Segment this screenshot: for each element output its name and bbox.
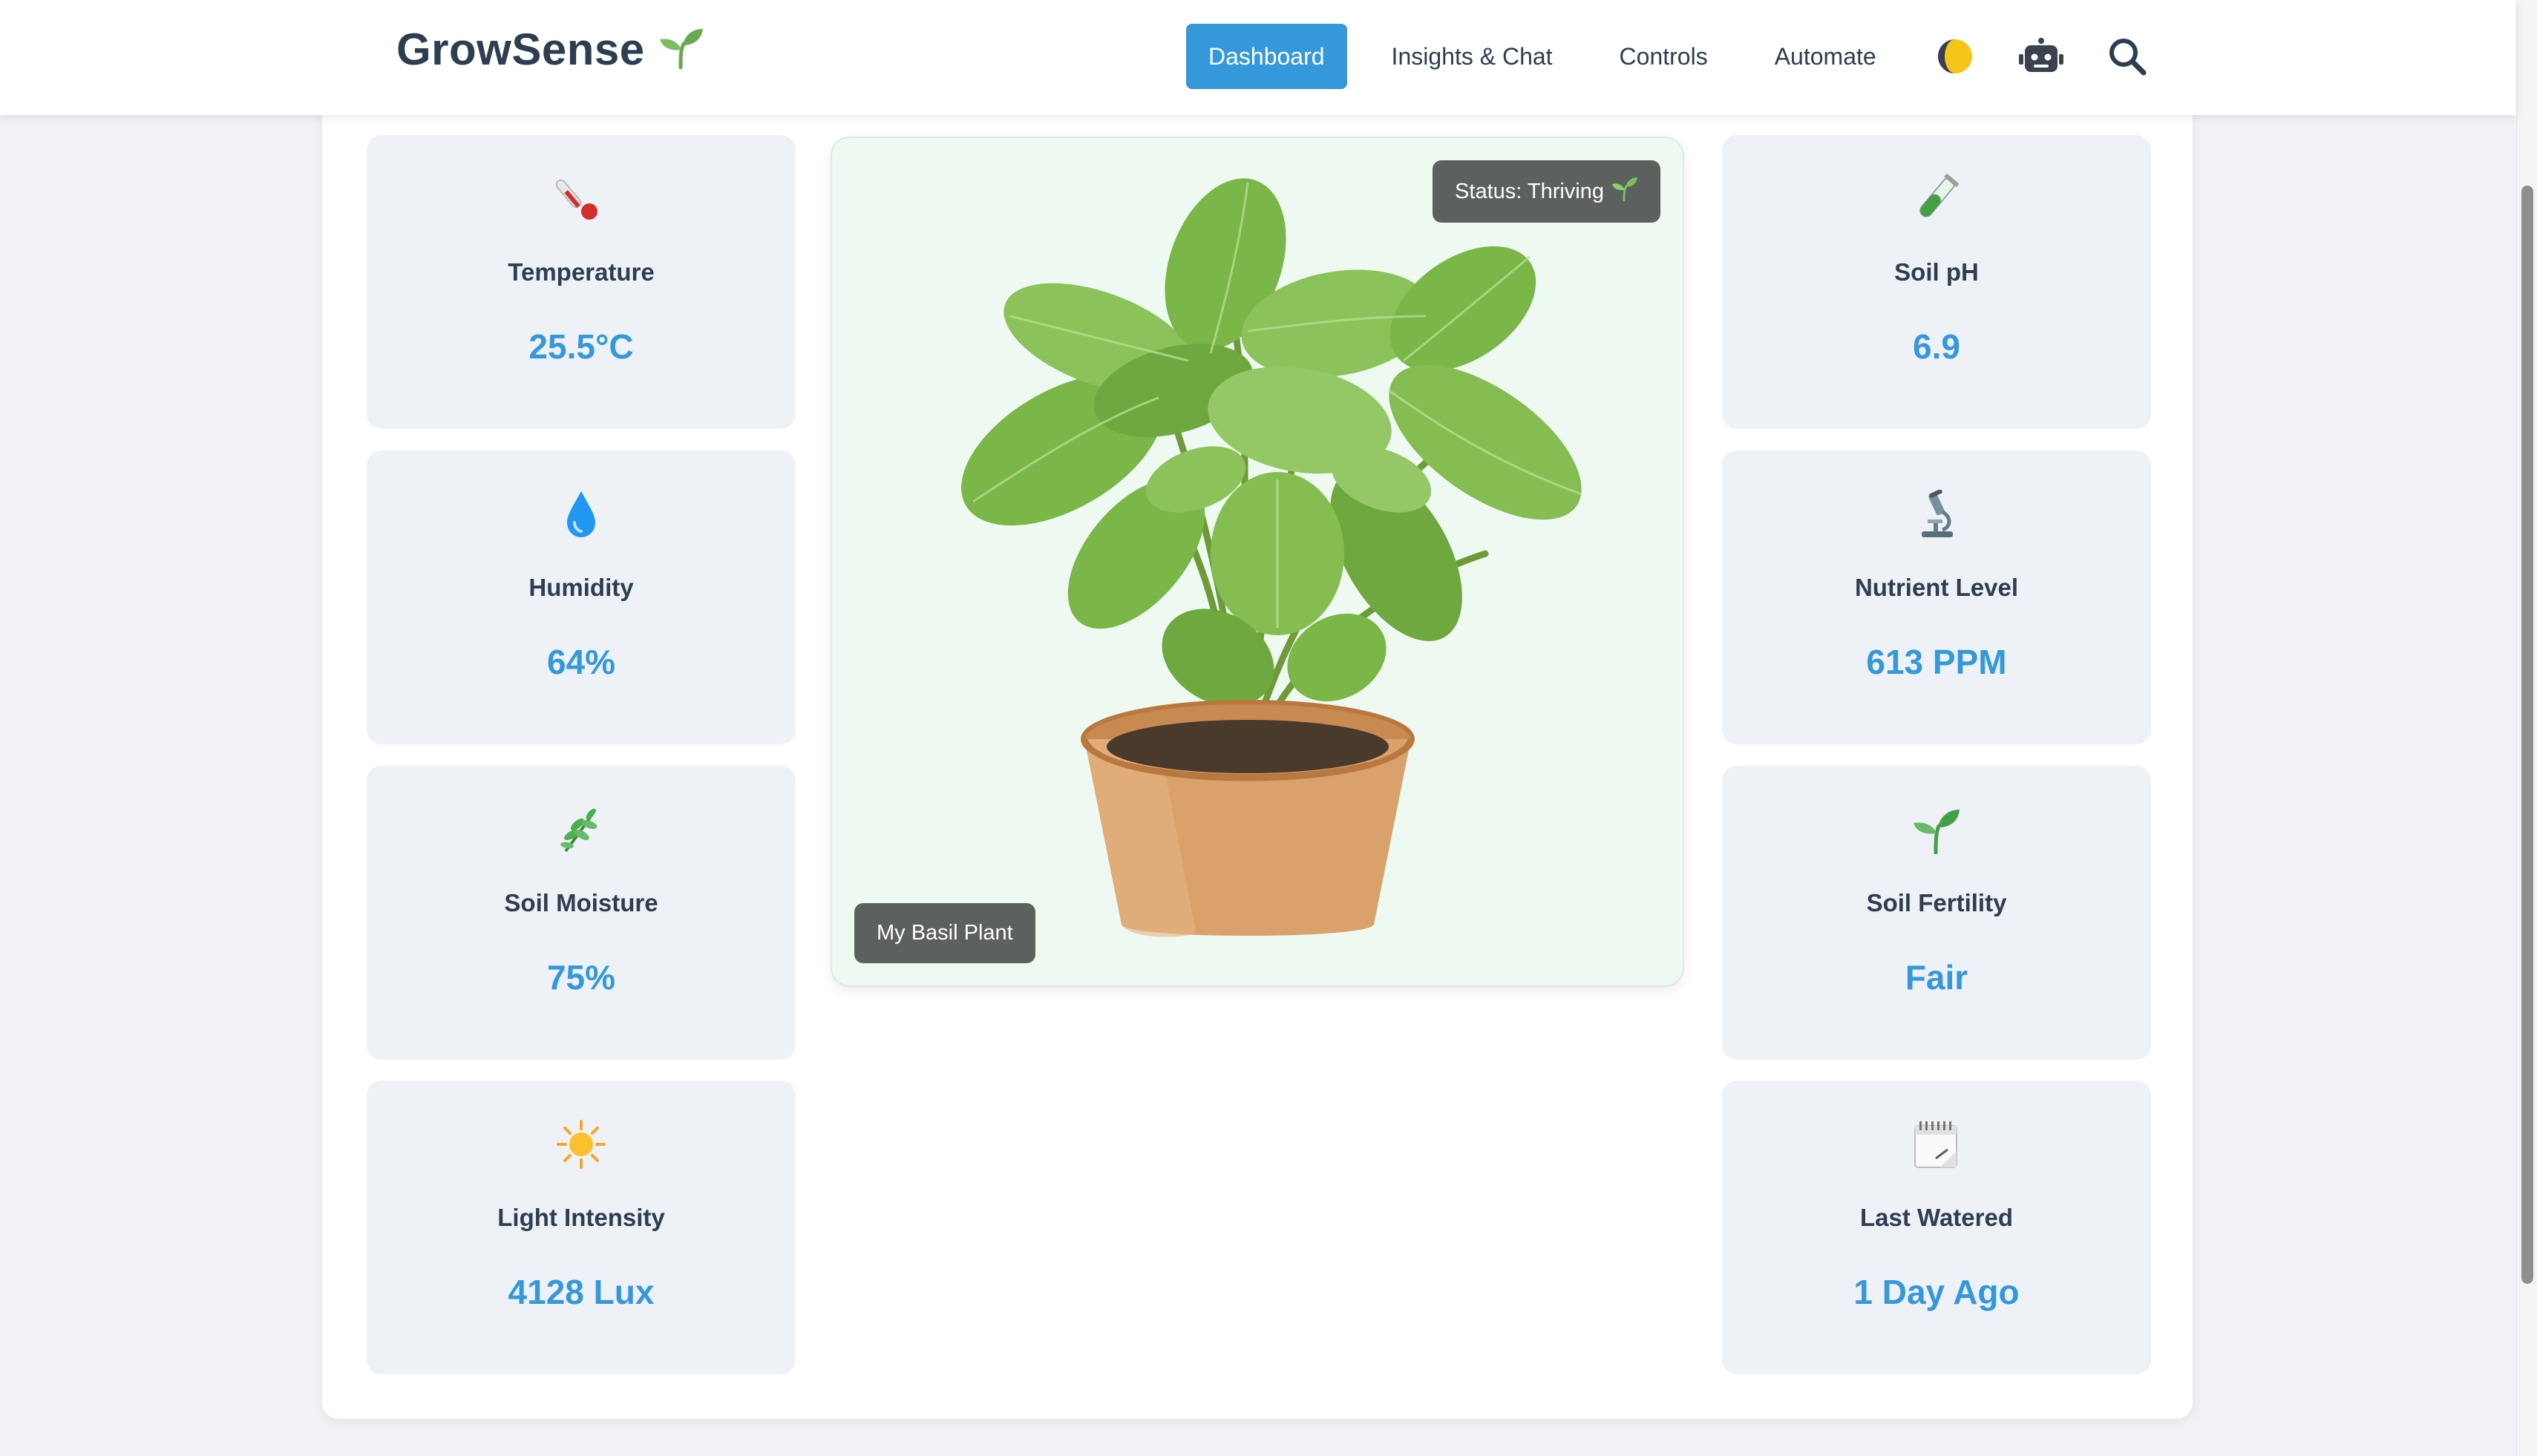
sensor-card-nutrient-level: Nutrient Level 613 PPM (1722, 450, 2151, 744)
calendar-icon (1914, 1116, 1960, 1173)
search-icon[interactable] (2105, 34, 2150, 79)
brand[interactable]: GrowSense (396, 24, 704, 75)
plant-name-badge: My Basil Plant (854, 903, 1035, 963)
nav-dashboard[interactable]: Dashboard (1186, 24, 1347, 89)
sensor-value: 75% (546, 958, 616, 997)
sensor-value: 6.9 (1913, 327, 1960, 366)
sensor-card-soil-moisture: Soil Moisture 75% (367, 766, 796, 1060)
sensor-label: Last Watered (1860, 1204, 2013, 1231)
sensor-label: Light Intensity (497, 1204, 665, 1231)
nav-insights-chat[interactable]: Insights & Chat (1369, 24, 1575, 89)
page-scrollbar[interactable] (2516, 0, 2537, 1456)
plant-card[interactable]: Status: Thriving My Basil Plant (831, 137, 1684, 987)
test-tube-icon (1911, 171, 1963, 227)
sensor-value: Fair (1905, 958, 1968, 997)
sensor-label: Humidity (528, 574, 634, 601)
brand-name: GrowSense (396, 24, 645, 74)
microscope-icon (1914, 486, 1959, 542)
nav-controls[interactable]: Controls (1597, 24, 1730, 89)
sensor-value: 613 PPM (1866, 643, 2007, 681)
nav-automate[interactable]: Automate (1752, 24, 1899, 89)
droplet-icon (563, 486, 600, 542)
top-navbar: GrowSense Dashboard Insights & Chat Cont… (0, 0, 2516, 115)
sensor-label: Temperature (508, 258, 655, 286)
sensor-label: Nutrient Level (1854, 574, 2019, 601)
seedling-icon (1912, 801, 1961, 858)
scrollbar-thumb[interactable] (2521, 186, 2533, 1284)
sensor-label: Soil pH (1894, 258, 1979, 286)
plant-image (877, 168, 1641, 954)
sensor-value: 64% (546, 643, 616, 681)
sensor-card-soil-fertility: Soil Fertility Fair (1722, 766, 2151, 1060)
sprout-icon (658, 24, 704, 74)
sensor-card-soil-ph: Soil pH 6.9 (1722, 135, 2151, 429)
sensor-card-temperature: Temperature 25.5°C (367, 135, 796, 429)
robot-icon[interactable] (2018, 34, 2063, 79)
plant-status-text: Status: Thriving (1455, 179, 1604, 203)
sensor-card-light-intensity: Light Intensity 4128 Lux (367, 1080, 796, 1374)
sensor-card-humidity: Humidity 64% (367, 450, 796, 744)
sensor-value: 1 Day Ago (1853, 1273, 2020, 1311)
sensor-value: 4128 Lux (508, 1273, 655, 1311)
sensor-label: Soil Moisture (504, 889, 658, 916)
sensor-value: 25.5°C (528, 327, 634, 366)
sensor-card-last-watered: Last Watered 1 Day Ago (1722, 1080, 2151, 1374)
sun-icon (557, 1116, 606, 1173)
theme-toggle-icon[interactable] (1933, 34, 1977, 79)
herb-icon (557, 801, 606, 858)
sensor-label: Soil Fertility (1866, 889, 2007, 916)
plant-status-badge: Status: Thriving (1433, 160, 1660, 223)
sprout-icon (1611, 175, 1638, 208)
thermometer-icon (555, 171, 607, 227)
main-nav: Dashboard Insights & Chat Controls Autom… (1186, 24, 2191, 89)
